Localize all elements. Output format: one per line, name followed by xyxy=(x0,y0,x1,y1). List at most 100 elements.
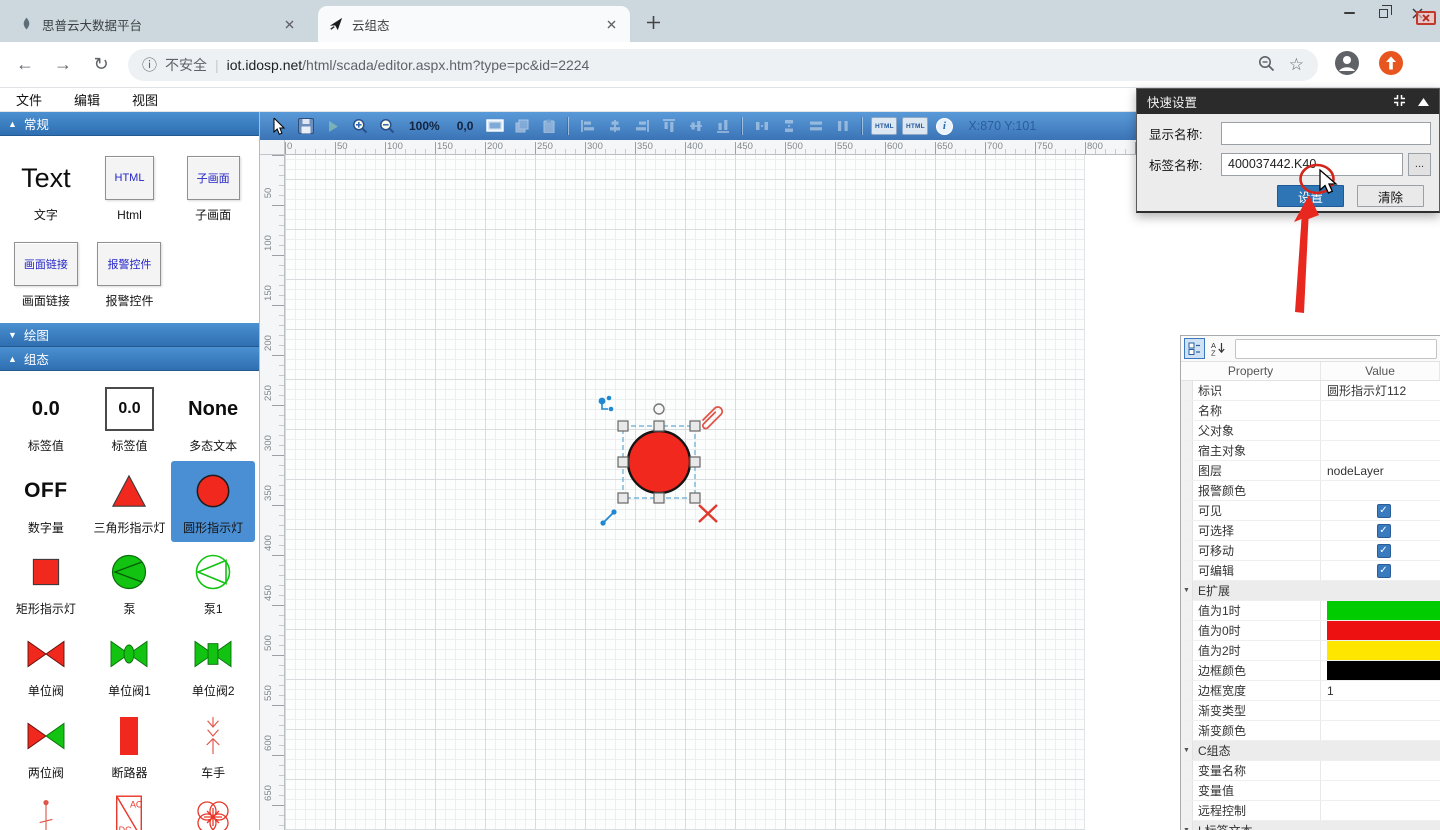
color-swatch[interactable] xyxy=(1327,621,1440,640)
palette-item[interactable]: Text文字 xyxy=(4,144,88,230)
property-value-cell[interactable]: ✓ xyxy=(1321,561,1440,580)
align-right-icon[interactable] xyxy=(631,115,653,137)
palette-item[interactable]: ACDC逆变器 xyxy=(88,787,172,830)
zoom-out-icon[interactable] xyxy=(376,115,398,137)
palette-item[interactable]: 报警控件报警控件 xyxy=(88,230,172,316)
screen-size-icon[interactable] xyxy=(484,115,506,137)
property-value-cell[interactable] xyxy=(1321,801,1440,820)
property-filter-box[interactable] xyxy=(1235,339,1437,359)
circle-indicator-shape[interactable] xyxy=(628,431,690,493)
browse-tags-button[interactable]: ... xyxy=(1408,153,1431,176)
property-row[interactable]: 远程控制 xyxy=(1181,801,1440,821)
palette-section-header[interactable]: ▲组态 xyxy=(0,347,259,371)
palette-item[interactable]: 单位阀1 xyxy=(88,624,172,706)
select-cursor-tool-icon[interactable] xyxy=(268,115,290,137)
tag-name-input[interactable] xyxy=(1221,153,1403,176)
distribute-h-icon[interactable] xyxy=(751,115,773,137)
copy-icon[interactable] xyxy=(511,115,533,137)
property-row[interactable]: 宿主对象 xyxy=(1181,441,1440,461)
align-top-icon[interactable] xyxy=(658,115,680,137)
same-width-icon[interactable] xyxy=(805,115,827,137)
property-value-cell[interactable] xyxy=(1321,421,1440,440)
same-height-icon[interactable] xyxy=(832,115,854,137)
property-value-cell[interactable] xyxy=(1321,781,1440,800)
property-row[interactable]: 渐变类型 xyxy=(1181,701,1440,721)
property-value-cell[interactable] xyxy=(1321,441,1440,460)
display-name-input[interactable] xyxy=(1221,122,1431,145)
palette-item[interactable]: PT xyxy=(171,787,255,830)
property-value-cell[interactable]: ✓ xyxy=(1321,541,1440,560)
property-row[interactable]: 值为1时 xyxy=(1181,601,1440,621)
palette-item[interactable]: 单位阀2 xyxy=(171,624,255,706)
paste-icon[interactable] xyxy=(538,115,560,137)
property-row[interactable]: 父对象 xyxy=(1181,421,1440,441)
property-row[interactable]: 边框宽度1 xyxy=(1181,681,1440,701)
property-value-cell[interactable] xyxy=(1321,761,1440,780)
new-tab-button[interactable] xyxy=(642,11,664,33)
palette-item[interactable]: 刀闸 xyxy=(4,787,88,830)
palette-item[interactable]: 圆形指示灯 xyxy=(171,461,255,543)
triangle-down-icon[interactable]: ▼ xyxy=(1181,821,1193,830)
palette-item[interactable]: HTMLHtml xyxy=(88,144,172,230)
align-center-h-icon[interactable] xyxy=(604,115,626,137)
property-row[interactable]: 变量名称 xyxy=(1181,761,1440,781)
property-row[interactable]: 可选择✓ xyxy=(1181,521,1440,541)
window-minimize-button[interactable] xyxy=(1332,3,1366,23)
menu-file[interactable]: 文件 xyxy=(16,90,42,109)
sort-az-icon[interactable]: AZ xyxy=(1207,338,1228,359)
property-group-row[interactable]: ▼C组态 xyxy=(1181,741,1440,761)
reload-icon[interactable]: ↻ xyxy=(88,52,114,78)
checkbox-checked-icon[interactable]: ✓ xyxy=(1377,524,1391,538)
window-restore-button[interactable] xyxy=(1366,3,1400,23)
palette-item[interactable]: 矩形指示灯 xyxy=(4,542,88,624)
property-value-cell[interactable] xyxy=(1321,721,1440,740)
triangle-down-icon[interactable]: ▼ xyxy=(1181,741,1193,760)
clear-button[interactable]: 清除 xyxy=(1357,185,1424,207)
property-group-row[interactable]: ▼L标签文本 xyxy=(1181,821,1440,830)
tab-inactive[interactable]: 思普云大数据平台 xyxy=(8,6,308,42)
align-middle-icon[interactable] xyxy=(685,115,707,137)
connector-anchor-icon[interactable] xyxy=(599,396,614,412)
design-canvas[interactable] xyxy=(285,155,1085,830)
palette-item[interactable]: None多态文本 xyxy=(171,379,255,461)
property-value-cell[interactable]: nodeLayer xyxy=(1321,461,1440,480)
property-row[interactable]: 可移动✓ xyxy=(1181,541,1440,561)
checkbox-checked-icon[interactable]: ✓ xyxy=(1377,504,1391,518)
align-left-icon[interactable] xyxy=(577,115,599,137)
zoom-in-icon[interactable] xyxy=(349,115,371,137)
dialog-title-bar[interactable]: 快速设置 xyxy=(1137,89,1439,114)
bookmark-star-icon[interactable]: ☆ xyxy=(1289,55,1304,75)
delete-x-icon[interactable] xyxy=(699,505,717,522)
color-swatch[interactable] xyxy=(1327,601,1440,620)
property-value-cell[interactable]: 圆形指示灯112 xyxy=(1321,381,1440,400)
property-value-cell[interactable] xyxy=(1321,621,1440,640)
tab-close-icon[interactable] xyxy=(602,15,620,33)
property-value-cell[interactable] xyxy=(1321,701,1440,720)
html-preview-icon[interactable]: HTML xyxy=(902,117,928,135)
rotate-handle[interactable] xyxy=(654,404,664,414)
property-group-row[interactable]: ▼E扩展 xyxy=(1181,581,1440,601)
tab-active[interactable]: 云组态 xyxy=(318,6,630,42)
url-omnibox[interactable]: ⓘ 不安全 | iot.idosp.net/html/scada/editor.… xyxy=(128,49,1318,81)
property-value-cell[interactable]: ✓ xyxy=(1321,521,1440,540)
property-row[interactable]: 名称 xyxy=(1181,401,1440,421)
palette-item[interactable]: 子画面子画面 xyxy=(171,144,255,230)
menu-edit[interactable]: 编辑 xyxy=(74,90,100,109)
property-value-cell[interactable] xyxy=(1321,481,1440,500)
property-row[interactable]: 可编辑✓ xyxy=(1181,561,1440,581)
dialog-pin-icon[interactable] xyxy=(1393,94,1406,110)
run-play-icon[interactable] xyxy=(322,115,344,137)
property-row[interactable]: 边框颜色 xyxy=(1181,661,1440,681)
palette-item[interactable]: 两位阀 xyxy=(4,706,88,788)
checkbox-checked-icon[interactable]: ✓ xyxy=(1377,544,1391,558)
line-anchor-icon[interactable] xyxy=(600,509,616,525)
palette-item[interactable]: 0.0标签值 xyxy=(4,379,88,461)
palette-item[interactable]: 单位阀 xyxy=(4,624,88,706)
palette-item[interactable]: 0.0标签值 xyxy=(88,379,172,461)
info-icon[interactable]: i xyxy=(933,115,955,137)
palette-section-header[interactable]: ▲常规 xyxy=(0,112,259,136)
property-value-cell[interactable]: 1 xyxy=(1321,681,1440,700)
property-row[interactable]: 值为0时 xyxy=(1181,621,1440,641)
align-bottom-icon[interactable] xyxy=(712,115,734,137)
tab-close-icon[interactable] xyxy=(280,15,298,33)
